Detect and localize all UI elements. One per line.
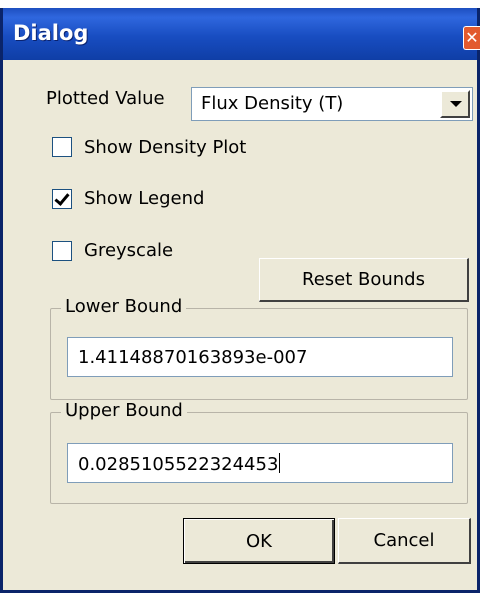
lower-bound-group: Lower Bound 1.41148870163893e-007: [50, 296, 468, 400]
show-legend-label[interactable]: Show Legend: [84, 188, 204, 210]
lower-bound-label: Lower Bound: [61, 296, 187, 318]
show-density-plot-label[interactable]: Show Density Plot: [84, 137, 246, 159]
show-density-plot-checkbox[interactable]: [52, 137, 72, 157]
cancel-button[interactable]: Cancel: [338, 518, 471, 564]
text-caret: [279, 453, 281, 473]
lower-bound-input[interactable]: 1.41148870163893e-007: [67, 337, 453, 377]
plotted-value-dropdown[interactable]: Flux Density (T): [191, 87, 473, 121]
greyscale-label[interactable]: Greyscale: [84, 240, 173, 262]
upper-bound-input[interactable]: 0.0285105522324453: [67, 443, 453, 483]
greyscale-checkbox[interactable]: [52, 241, 72, 261]
dialog-title: Dialog: [13, 21, 89, 45]
ok-button[interactable]: OK: [183, 518, 335, 564]
upper-bound-group: Upper Bound 0.0285105522324453: [50, 400, 468, 504]
lower-bound-value: 1.41148870163893e-007: [78, 347, 308, 368]
upper-bound-value-wrap: 0.0285105522324453: [78, 453, 281, 475]
reset-bounds-button[interactable]: Reset Bounds: [259, 258, 469, 302]
close-icon[interactable]: ✕: [463, 26, 480, 50]
plotted-value-label: Plotted Value: [46, 88, 165, 109]
dialog-window: Dialog ✕ Plotted Value Flux Density (T) …: [0, 8, 480, 593]
upper-bound-label: Upper Bound: [61, 400, 187, 422]
chevron-down-icon[interactable]: [440, 90, 470, 118]
show-legend-checkbox[interactable]: [52, 189, 72, 209]
plotted-value-selected: Flux Density (T): [201, 93, 344, 114]
upper-bound-value: 0.0285105522324453: [78, 454, 279, 475]
title-bar[interactable]: Dialog ✕: [3, 8, 480, 60]
